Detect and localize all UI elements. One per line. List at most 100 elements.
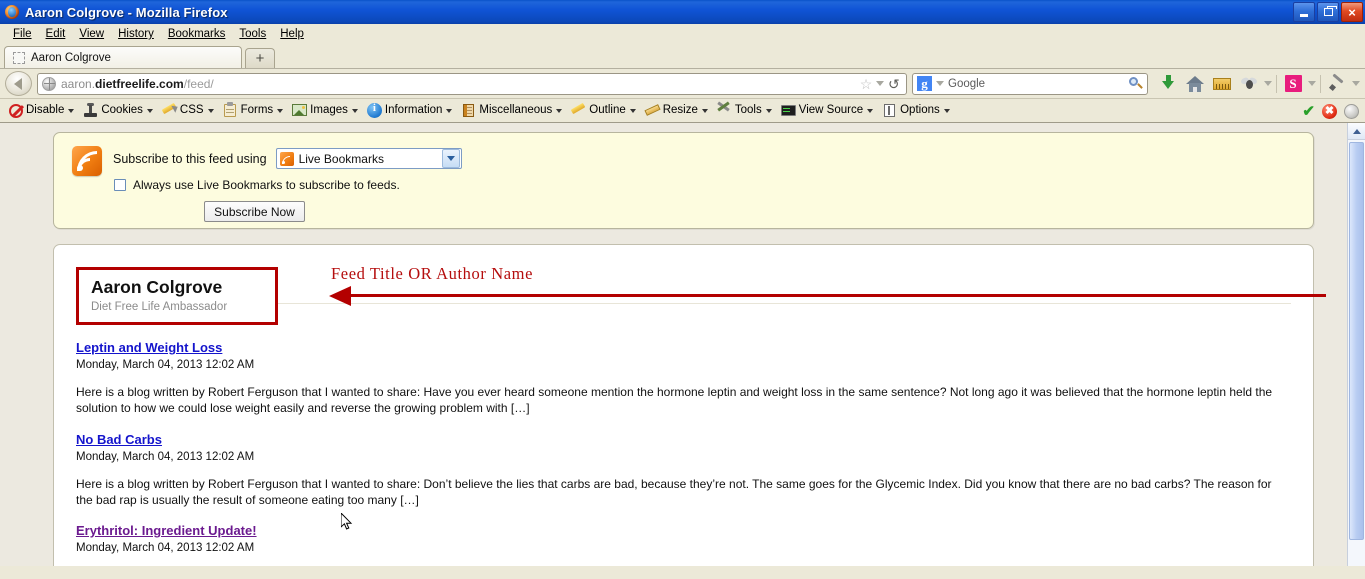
- devbar-item-options[interactable]: Options: [878, 101, 954, 120]
- disable-icon: [9, 103, 23, 118]
- home-icon[interactable]: [1183, 72, 1207, 96]
- devbar-item-css-label: CSS: [179, 103, 204, 116]
- feed-reader-select[interactable]: Live Bookmarks: [275, 148, 462, 169]
- window-title-app: Aaron Colgrove: [25, 4, 124, 20]
- feed-entry-body: Here is a blog written by Robert Ferguso…: [76, 385, 1273, 416]
- toolbar-separator: [1320, 74, 1321, 93]
- firefox-icon: [4, 4, 20, 20]
- url-domain: dietfreelife.com: [95, 76, 184, 91]
- google-icon[interactable]: g: [917, 76, 932, 91]
- feed-entry-date: Monday, March 04, 2013 12:02 AM: [76, 359, 255, 372]
- feed-header: Aaron Colgrove Diet Free Life Ambassador…: [76, 264, 1326, 326]
- devbar-item-outline[interactable]: Outline: [567, 101, 639, 120]
- feed-entry-date: Monday, March 04, 2013 12:02 AM: [76, 542, 255, 554]
- chevron-down-icon: [556, 108, 563, 113]
- always-use-checkbox[interactable]: [114, 179, 126, 191]
- skype-chevron-down-icon[interactable]: [1308, 81, 1316, 86]
- close-button[interactable]: ×: [1341, 2, 1363, 22]
- downloads-icon[interactable]: [1156, 72, 1180, 96]
- menu-item-tools[interactable]: Tools: [232, 26, 273, 42]
- menu-item-help[interactable]: Help: [273, 26, 311, 42]
- menu-item-file[interactable]: File: [6, 26, 39, 42]
- address-bar[interactable]: aaron.dietfreelife.com/feed/ ☆ ↻: [37, 72, 907, 95]
- menu-item-edit-label: Edit: [45, 28, 66, 40]
- chevron-down-icon: [446, 108, 453, 113]
- menu-item-bookmarks-label: Bookmarks: [167, 28, 226, 40]
- css-icon: [161, 102, 180, 118]
- tools-icon: [717, 101, 732, 118]
- menu-bar: File Edit View History Bookmarks Tools H…: [0, 24, 1365, 44]
- devbar-item-images[interactable]: Images: [288, 101, 362, 120]
- subscribe-now-button[interactable]: Subscribe Now: [204, 201, 305, 222]
- feed-entry: No Bad Carbs Monday, March 04, 2013 12:0…: [76, 431, 1291, 508]
- search-icon[interactable]: [1129, 76, 1143, 91]
- scrollbar-track[interactable]: [1348, 140, 1365, 566]
- devbar-item-tools[interactable]: Tools: [713, 101, 776, 120]
- menu-item-bookmarks[interactable]: Bookmarks: [161, 26, 233, 42]
- search-box[interactable]: g Google: [912, 72, 1148, 95]
- view-source-icon: [780, 103, 796, 118]
- chevron-down-icon: [207, 108, 214, 113]
- feed-entry: Leptin and Weight Loss Monday, March 04,…: [76, 339, 1291, 416]
- feed-entry-link[interactable]: No Bad Carbs: [76, 432, 162, 447]
- firebug-icon[interactable]: [1237, 72, 1261, 96]
- search-engine-chevron-icon[interactable]: [936, 81, 944, 86]
- rss-feed-icon: [72, 146, 102, 176]
- devbar-item-images-label: Images: [310, 103, 348, 116]
- chevron-down-icon: [351, 108, 358, 113]
- minimize-button[interactable]: [1293, 2, 1315, 22]
- chevron-down-icon: [277, 108, 284, 113]
- devbar-item-disable[interactable]: Disable: [5, 102, 78, 120]
- menu-item-history[interactable]: History: [111, 26, 161, 42]
- always-use-label: Always use Live Bookmarks to subscribe t…: [133, 178, 400, 192]
- back-button[interactable]: [5, 71, 32, 96]
- tab-favicon-icon: [13, 51, 25, 64]
- vertical-scrollbar[interactable]: [1347, 123, 1365, 566]
- subscribe-row: Subscribe to this feed using Live Bookma…: [72, 146, 1313, 192]
- devbar-item-css[interactable]: CSS: [158, 101, 218, 120]
- validation-ok-icon[interactable]: ✔: [1302, 104, 1315, 119]
- url-path: /feed/: [183, 76, 214, 91]
- address-bar-actions: ☆ ↻: [860, 76, 902, 92]
- ruler-icon[interactable]: [1210, 72, 1234, 96]
- firebug-chevron-down-icon[interactable]: [1264, 81, 1272, 86]
- devbar-item-forms[interactable]: Forms: [219, 101, 288, 120]
- annotation-label: Feed Title OR Author Name: [331, 264, 534, 283]
- devbar-item-information-label: Information: [384, 103, 443, 116]
- resize-icon: [644, 103, 661, 118]
- skype-icon[interactable]: S: [1281, 72, 1305, 96]
- colorzilla-chevron-down-icon[interactable]: [1352, 81, 1360, 86]
- search-input[interactable]: Google: [948, 78, 1125, 90]
- devbar-item-outline-label: Outline: [589, 103, 626, 116]
- scroll-up-button[interactable]: [1348, 123, 1365, 140]
- bookmark-star-icon[interactable]: ☆: [860, 77, 873, 91]
- restore-button[interactable]: [1317, 2, 1339, 22]
- menu-item-tools-label: Tools: [239, 28, 267, 40]
- new-tab-button[interactable]: +: [245, 48, 275, 68]
- devbar-item-disable-label: Disable: [26, 103, 65, 116]
- validation-error-icon[interactable]: ✖: [1322, 103, 1337, 119]
- devbar-item-resize[interactable]: Resize: [641, 101, 712, 120]
- colorzilla-eyedropper-icon[interactable]: [1325, 72, 1349, 96]
- devbar-item-cookies[interactable]: Cookies: [79, 101, 157, 120]
- devbar-item-miscellaneous-label: Miscellaneous: [479, 103, 553, 116]
- scrollbar-thumb[interactable]: [1349, 142, 1364, 540]
- devbar-item-view-source[interactable]: View Source: [777, 101, 877, 120]
- feed-entry-link[interactable]: Leptin and Weight Loss: [76, 340, 222, 355]
- validation-idle-icon[interactable]: [1344, 103, 1359, 119]
- reload-icon[interactable]: ↻: [888, 76, 900, 92]
- chevron-down-icon[interactable]: [876, 81, 885, 86]
- devbar-item-information[interactable]: Information: [363, 101, 457, 120]
- chevron-down-icon[interactable]: [441, 149, 460, 168]
- miscellaneous-icon: [461, 103, 476, 118]
- feed-title-highlight-box: Aaron Colgrove Diet Free Life Ambassador: [76, 267, 278, 326]
- menu-item-view[interactable]: View: [72, 26, 111, 42]
- tab-aaron-colgrove[interactable]: Aaron Colgrove: [4, 46, 242, 68]
- menu-item-history-label: History: [118, 28, 154, 40]
- menu-item-edit[interactable]: Edit: [39, 26, 73, 42]
- feed-reader-selected-value: Live Bookmarks: [298, 151, 384, 166]
- chevron-down-icon: [701, 108, 708, 113]
- feed-entry: Erythritol: Ingredient Update! Monday, M…: [76, 522, 1291, 566]
- devbar-item-miscellaneous[interactable]: Miscellaneous: [457, 101, 566, 120]
- feed-entry-link[interactable]: Erythritol: Ingredient Update!: [76, 523, 257, 538]
